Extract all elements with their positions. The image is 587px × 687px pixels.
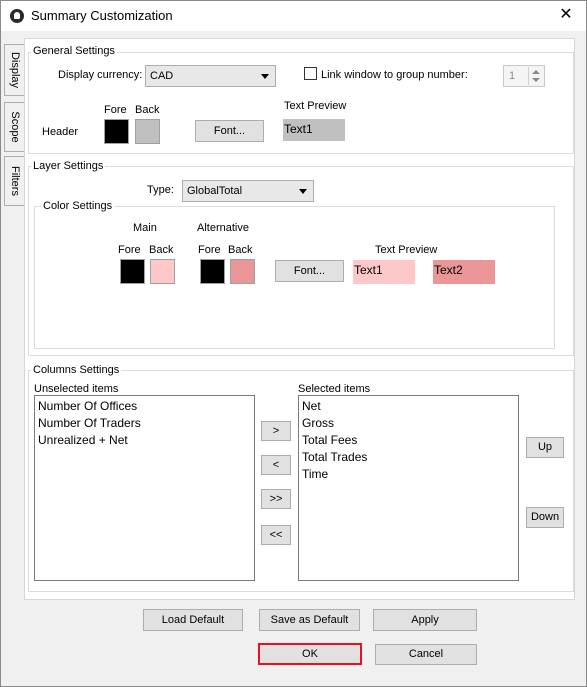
type-select[interactable]: GlobalTotal	[182, 180, 314, 202]
apply-button[interactable]: Apply	[373, 609, 477, 631]
move-all-left-button[interactable]: <<	[261, 525, 291, 545]
main-text-preview: Text1	[353, 260, 415, 284]
header-back-color-swatch[interactable]	[135, 119, 160, 144]
columns-settings-label: Columns Settings	[31, 364, 122, 377]
group-number-spinner[interactable]: 1	[503, 65, 545, 87]
alt-fore-color-swatch[interactable]	[200, 259, 225, 284]
type-value: GlobalTotal	[187, 185, 243, 197]
currency-select[interactable]: CAD	[145, 65, 276, 87]
window-title: Summary Customization	[31, 8, 173, 23]
ok-button[interactable]: OK	[258, 643, 362, 665]
spin-down-icon[interactable]	[532, 78, 540, 82]
header-font-button[interactable]: Font...	[195, 120, 264, 142]
move-all-right-button[interactable]: >>	[261, 489, 291, 509]
header-text-preview-label: Text Preview	[284, 100, 347, 112]
header-label: Header	[42, 126, 79, 138]
app-bell-icon	[10, 9, 24, 23]
move-left-button[interactable]: <	[261, 455, 291, 475]
header-back-label: Back	[135, 104, 160, 116]
list-item[interactable]: Gross	[299, 415, 518, 432]
color-settings-label: Color Settings	[41, 200, 115, 213]
alternative-label: Alternative	[197, 222, 249, 234]
alt-back-color-swatch[interactable]	[230, 259, 255, 284]
layer-font-button[interactable]: Font...	[275, 260, 344, 282]
list-item[interactable]: Unrealized + Net	[35, 432, 254, 449]
load-default-button[interactable]: Load Default	[143, 609, 243, 631]
chevron-down-icon	[261, 74, 269, 79]
spinner-buttons[interactable]	[528, 67, 543, 85]
alt-fore-label: Fore	[198, 244, 221, 256]
list-item[interactable]: Total Trades	[299, 449, 518, 466]
link-window-checkbox[interactable]	[304, 67, 317, 80]
list-item[interactable]: Number Of Traders	[35, 415, 254, 432]
list-item[interactable]: Net	[299, 398, 518, 415]
unselected-items-list[interactable]: Number Of Offices Number Of Traders Unre…	[34, 395, 255, 581]
main-fore-label: Fore	[118, 244, 141, 256]
list-item[interactable]: Time	[299, 466, 518, 483]
general-settings-label: General Settings	[31, 45, 117, 58]
alt-text-preview: Text2	[433, 260, 495, 284]
tab-scope-label: Scope	[9, 111, 21, 143]
currency-value: CAD	[150, 70, 174, 82]
tab-display-label: Display	[9, 51, 21, 89]
tab-filters[interactable]: Filters	[4, 156, 26, 206]
header-fore-color-swatch[interactable]	[104, 119, 129, 144]
main-fore-color-swatch[interactable]	[120, 259, 145, 284]
type-label: Type:	[147, 184, 174, 196]
main-back-label: Back	[149, 244, 174, 256]
layer-settings-label: Layer Settings	[31, 160, 106, 173]
header-text-preview: Text1	[283, 119, 345, 141]
list-item[interactable]: Total Fees	[299, 432, 518, 449]
header-fore-label: Fore	[104, 104, 127, 116]
main-label: Main	[133, 222, 157, 234]
main-back-color-swatch[interactable]	[150, 259, 175, 284]
cancel-button[interactable]: Cancel	[375, 644, 477, 665]
link-window-label: Link window to group number:	[321, 69, 468, 81]
move-right-button[interactable]: >	[261, 421, 291, 441]
close-button[interactable]: ✕	[552, 4, 580, 26]
display-currency-label: Display currency:	[58, 69, 143, 81]
tab-filters-label: Filters	[9, 166, 21, 196]
layer-text-preview-label: Text Preview	[375, 244, 438, 256]
spin-up-icon[interactable]	[532, 70, 540, 74]
chevron-down-icon	[299, 189, 307, 194]
alt-back-label: Back	[228, 244, 253, 256]
tab-display[interactable]: Display	[4, 44, 26, 96]
save-as-default-button[interactable]: Save as Default	[259, 609, 360, 631]
list-item[interactable]: Number Of Offices	[35, 398, 254, 415]
move-up-button[interactable]: Up	[526, 437, 564, 458]
group-number-value: 1	[509, 70, 516, 82]
tab-scope[interactable]: Scope	[4, 102, 26, 152]
move-down-button[interactable]: Down	[526, 507, 564, 528]
selected-items-list[interactable]: Net Gross Total Fees Total Trades Time	[298, 395, 519, 581]
